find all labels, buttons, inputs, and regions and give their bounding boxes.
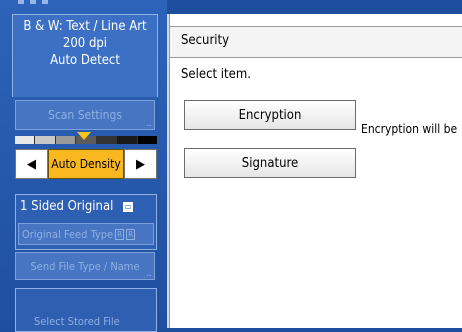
one-sided-icon: ▭ [123, 201, 134, 212]
right-panel: Security Select item. Encryption Encrypt… [167, 0, 462, 328]
orientation-r-alt-icon: R [126, 228, 136, 240]
orientation-r-icon: R [115, 228, 125, 240]
left-panel: B & W: Text / Line Art 200 dpi Auto Dete… [0, 0, 167, 332]
original-settings-group: 1 Sided Original ▭ Original Feed Type R … [15, 194, 157, 250]
density-meter [15, 132, 157, 147]
scan-mode-display[interactable]: B & W: Text / Line Art 200 dpi Auto Dete… [12, 14, 158, 97]
more-dots-icon: ... [146, 119, 152, 129]
send-file-type-label: Send File Type / Name [30, 259, 140, 273]
scan-mode-detect: Auto Detect [50, 53, 120, 68]
right-arrow-icon: ▶ [136, 156, 145, 172]
original-feed-type-button[interactable]: Original Feed Type R R [18, 223, 154, 245]
density-pointer-icon [77, 132, 91, 140]
security-panel: Security Select item. Encryption Encrypt… [169, 14, 462, 328]
scan-mode-type: B & W: Text / Line Art [23, 19, 147, 34]
density-control: ◀ Auto Density ▶ [15, 149, 157, 179]
sided-original-button[interactable]: 1 Sided Original ▭ [16, 195, 156, 214]
density-lighter-button[interactable]: ◀ [15, 149, 48, 179]
encryption-button[interactable]: Encryption [184, 100, 356, 130]
more-dots-icon: ... [146, 269, 152, 279]
top-dots-decoration [18, 0, 48, 4]
sided-original-label: 1 Sided Original [20, 199, 114, 214]
page-title: Security [170, 26, 462, 58]
signature-button[interactable]: Signature [184, 148, 356, 178]
density-darker-button[interactable]: ▶ [124, 149, 157, 179]
encryption-description: Encryption will be [361, 122, 458, 136]
select-prompt: Select item. [181, 67, 251, 82]
scan-settings-button[interactable]: Scan Settings ... [15, 100, 155, 130]
send-file-type-button[interactable]: Send File Type / Name ... [15, 252, 155, 280]
auto-density-button[interactable]: Auto Density [48, 149, 124, 179]
original-feed-type-label: Original Feed Type [22, 227, 114, 241]
select-stored-file-label[interactable]: Select Stored File [34, 315, 120, 328]
left-arrow-icon: ◀ [27, 156, 36, 172]
stored-file-group: Select Stored File [15, 288, 157, 332]
scan-mode-resolution: 200 dpi [62, 36, 108, 51]
scan-settings-label: Scan Settings [48, 108, 122, 122]
